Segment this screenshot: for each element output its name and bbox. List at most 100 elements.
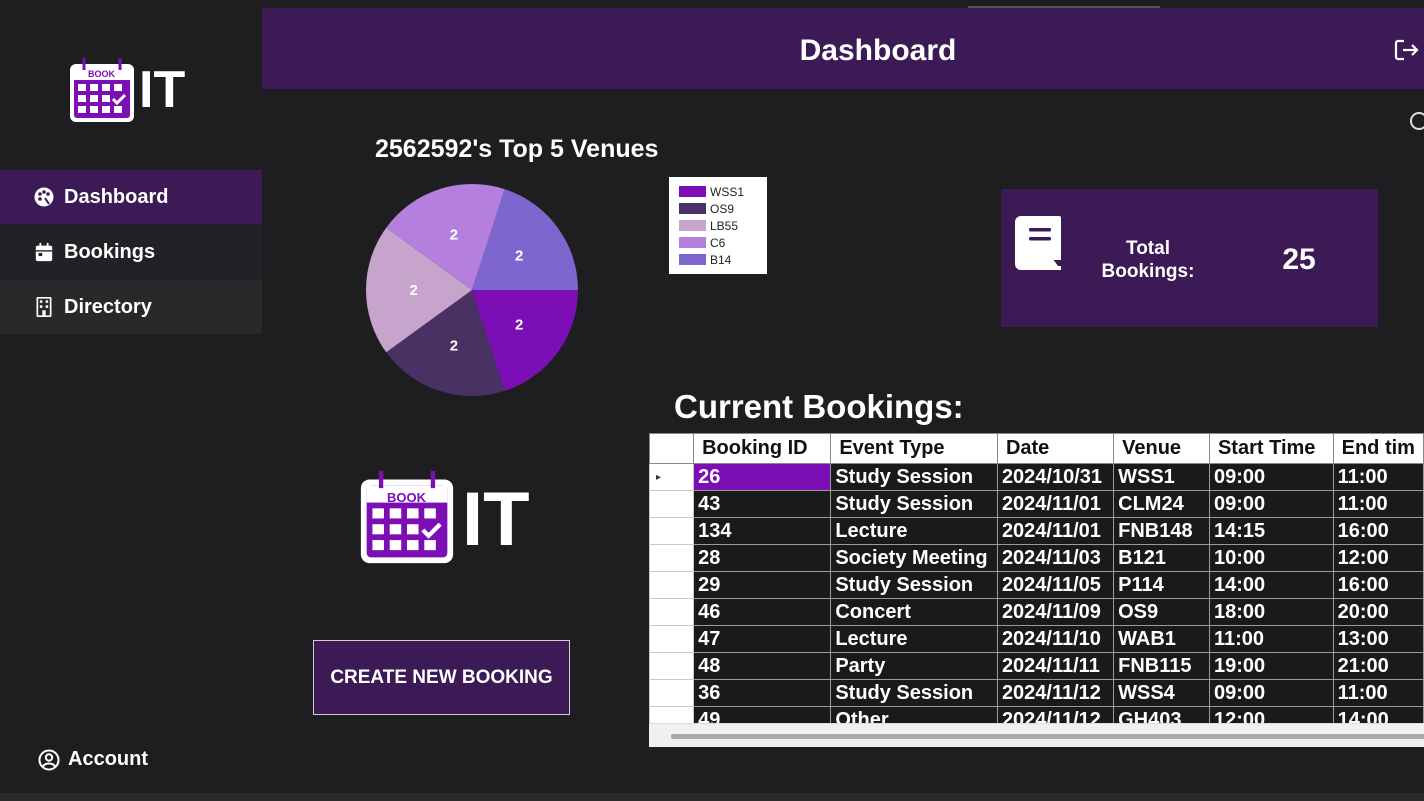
row-selector[interactable]	[649, 571, 695, 599]
palette-icon	[34, 187, 54, 207]
legend-entry: OS9	[679, 200, 767, 217]
table-row[interactable]: 36 Study Session 2024/11/12 WSS4 09:00 11:00	[649, 679, 1424, 707]
table-cell[interactable]: Study Session	[830, 463, 998, 491]
table-cell[interactable]: 26	[693, 463, 832, 491]
legend-entry: WSS1	[679, 183, 767, 200]
table-cell[interactable]: WSS4	[1113, 679, 1210, 707]
row-selector[interactable]	[649, 652, 695, 680]
column-header[interactable]: Start Time	[1208, 433, 1334, 464]
refresh-icon[interactable]	[1410, 112, 1424, 130]
table-cell[interactable]: 36	[693, 679, 832, 707]
table-cell[interactable]: 134	[693, 517, 832, 545]
logout-icon[interactable]	[1394, 38, 1420, 62]
row-selector[interactable]	[649, 598, 695, 626]
table-row[interactable]: 29 Study Session 2024/11/05 P114 14:00 16:00	[649, 571, 1424, 599]
table-cell[interactable]: 11:00	[1208, 625, 1334, 653]
row-selector[interactable]	[649, 679, 695, 707]
table-cell[interactable]: 29	[693, 571, 832, 599]
table-cell[interactable]: B121	[1113, 544, 1210, 572]
table-cell[interactable]: Study Session	[830, 490, 998, 518]
legend-label: LB55	[710, 218, 739, 233]
row-selector[interactable]	[649, 625, 695, 653]
account-link[interactable]: Account	[38, 748, 148, 771]
table-cell[interactable]: 13:00	[1332, 625, 1424, 653]
calendar-logo-icon	[70, 58, 134, 122]
pie-slice-label: 2	[515, 248, 523, 265]
table-row[interactable]: 48 Party 2024/11/11 FNB115 19:00 21:00	[649, 652, 1424, 680]
table-cell[interactable]: 2024/11/11	[996, 652, 1115, 680]
table-cell[interactable]: 2024/11/09	[996, 598, 1115, 626]
table-cell[interactable]: 14:15	[1208, 517, 1334, 545]
table-cell[interactable]: 2024/11/12	[996, 679, 1115, 707]
table-cell[interactable]: 16:00	[1332, 517, 1424, 545]
table-row[interactable]: 43 Study Session 2024/11/01 CLM24 09:00 11:00	[649, 490, 1424, 518]
table-cell[interactable]: Study Session	[830, 571, 998, 599]
table-cell[interactable]: 09:00	[1208, 679, 1334, 707]
row-selector[interactable]	[649, 490, 695, 518]
sidebar-item-dashboard[interactable]: Dashboard	[0, 170, 262, 224]
column-header[interactable]: Date	[996, 433, 1115, 464]
table-cell[interactable]: CLM24	[1113, 490, 1210, 518]
table-cell[interactable]: 43	[693, 490, 832, 518]
table-row[interactable]: 46 Concert 2024/11/09 OS9 18:00 20:00	[649, 598, 1424, 626]
table-cell[interactable]: 10:00	[1208, 544, 1334, 572]
sidebar-item-label: Dashboard	[64, 185, 169, 208]
table-cell[interactable]: OS9	[1113, 598, 1210, 626]
table-cell[interactable]: 11:00	[1332, 679, 1424, 707]
table-cell[interactable]: 46	[693, 598, 832, 626]
table-row[interactable]: 28 Society Meeting 2024/11/03 B121 10:00 12:0…	[649, 544, 1424, 572]
table-row[interactable]: 47 Lecture 2024/11/10 WAB1 11:00 13:00	[649, 625, 1424, 653]
column-header[interactable]: Venue	[1113, 433, 1210, 464]
table-cell[interactable]: 48	[693, 652, 832, 680]
table-cell[interactable]: 14:00	[1208, 571, 1334, 599]
table-cell[interactable]: 11:00	[1332, 463, 1424, 491]
table-cell[interactable]: WSS1	[1113, 463, 1210, 491]
sidebar-item-label: Bookings	[64, 240, 156, 263]
column-header[interactable]: Booking ID	[693, 433, 832, 464]
table-cell[interactable]: 2024/11/05	[996, 571, 1115, 599]
table-cell[interactable]: 2024/10/31	[996, 463, 1115, 491]
table-cell[interactable]: 2024/11/01	[996, 490, 1115, 518]
table-cell[interactable]: 18:00	[1208, 598, 1334, 626]
table-cell[interactable]: 16:00	[1332, 571, 1424, 599]
table-cell[interactable]: Lecture	[830, 517, 998, 545]
table-cell[interactable]: Society Meeting	[830, 544, 998, 572]
table-cell[interactable]: FNB115	[1113, 652, 1210, 680]
create-new-booking-button[interactable]: CREATE NEW BOOKING	[313, 640, 570, 715]
table-cell[interactable]: 21:00	[1332, 652, 1424, 680]
sidebar-item-directory[interactable]: Directory	[0, 280, 262, 334]
bookings-grid[interactable]: Booking ID Event Type Date Venue Start Time E…	[649, 433, 1424, 747]
current-bookings-title: Current Bookings:	[674, 388, 964, 425]
table-cell[interactable]: FNB148	[1113, 517, 1210, 545]
column-header[interactable]: End tim	[1332, 433, 1424, 464]
table-cell[interactable]: 09:00	[1208, 490, 1334, 518]
horizontal-scrollbar[interactable]	[649, 723, 1424, 747]
table-cell[interactable]: 2024/11/01	[996, 517, 1115, 545]
table-row[interactable]: ▸ 26 Study Session 2024/10/31 WSS1 09:00 11:00	[649, 463, 1424, 491]
table-cell[interactable]: 2024/11/03	[996, 544, 1115, 572]
table-cell[interactable]: Party	[830, 652, 998, 680]
legend-entry: B14	[679, 251, 767, 268]
column-header[interactable]: Event Type	[830, 433, 998, 464]
book-icon	[1015, 216, 1061, 270]
table-cell[interactable]: 2024/11/10	[996, 625, 1115, 653]
table-cell[interactable]: 12:00	[1332, 544, 1424, 572]
table-cell[interactable]: Concert	[830, 598, 998, 626]
table-cell[interactable]: 20:00	[1332, 598, 1424, 626]
table-cell[interactable]: 47	[693, 625, 832, 653]
table-cell[interactable]: 09:00	[1208, 463, 1334, 491]
row-selector[interactable]	[649, 517, 695, 545]
table-cell[interactable]: P114	[1113, 571, 1210, 599]
table-cell[interactable]: 11:00	[1332, 490, 1424, 518]
row-selector[interactable]: ▸	[649, 463, 695, 491]
sidebar-item-bookings[interactable]: Bookings	[0, 225, 262, 279]
row-selector[interactable]	[649, 544, 695, 572]
scrollbar-thumb[interactable]	[671, 734, 1424, 739]
table-cell[interactable]: 28	[693, 544, 832, 572]
table-cell[interactable]: WAB1	[1113, 625, 1210, 653]
legend-entry: LB55	[679, 217, 767, 234]
table-cell[interactable]: Study Session	[830, 679, 998, 707]
table-cell[interactable]: Lecture	[830, 625, 998, 653]
table-cell[interactable]: 19:00	[1208, 652, 1334, 680]
table-row[interactable]: 134 Lecture 2024/11/01 FNB148 14:15 16:00	[649, 517, 1424, 545]
